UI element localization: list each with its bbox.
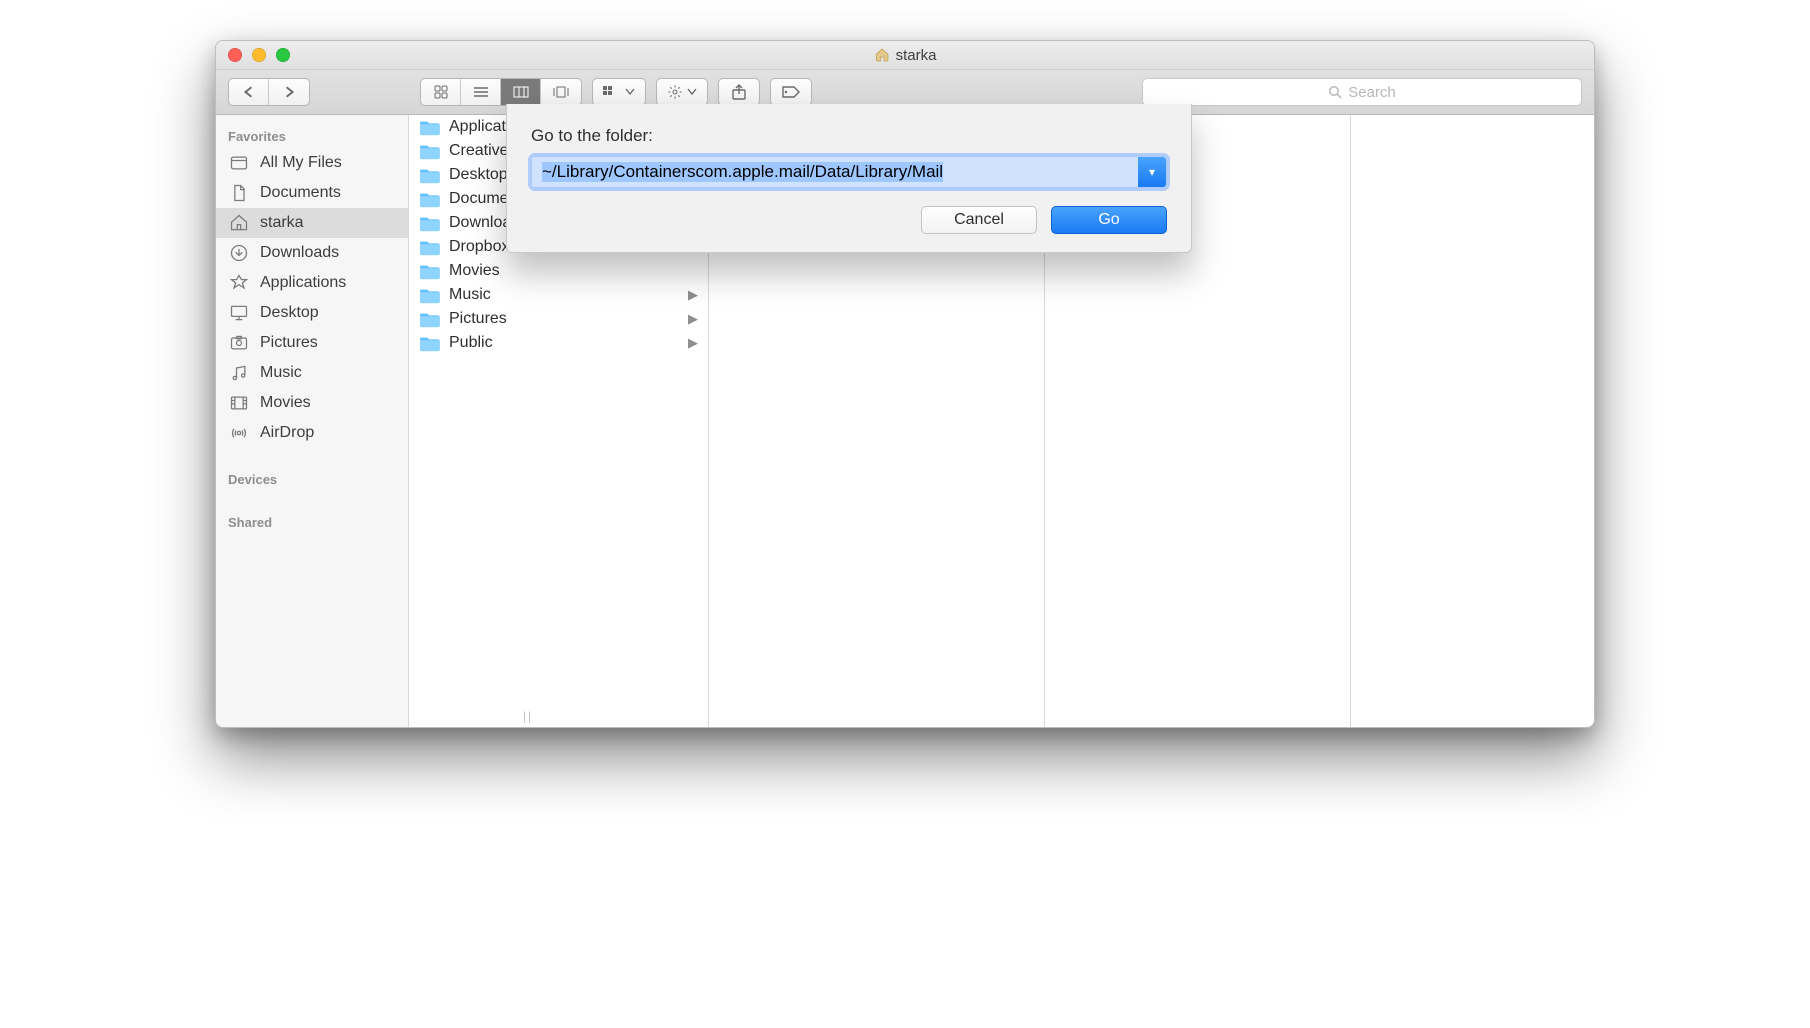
column-4 <box>1351 115 1594 727</box>
folder-icon <box>419 262 441 280</box>
go-button[interactable]: Go <box>1051 206 1167 234</box>
search-field[interactable]: Search <box>1142 78 1582 106</box>
column-view-button[interactable] <box>501 79 541 105</box>
sidebar-header-shared: Shared <box>216 509 408 534</box>
sidebar-item-label: AirDrop <box>260 424 314 442</box>
folder-icon <box>419 286 441 304</box>
sidebar-item-label: starka <box>260 214 304 232</box>
folder-row[interactable]: Music ▶ <box>409 283 708 307</box>
chevron-right-icon: ▶ <box>688 335 698 351</box>
sidebar-item-documents[interactable]: Documents <box>216 178 408 208</box>
finder-window: starka <box>215 40 1595 728</box>
path-combobox: ▾ <box>531 156 1167 188</box>
sidebar-item-label: Music <box>260 364 302 382</box>
sidebar-header-favorites: Favorites <box>216 123 408 148</box>
folder-label: Desktop <box>449 166 508 184</box>
folder-row[interactable]: Movies <box>409 259 708 283</box>
cancel-button-label: Cancel <box>954 211 1004 229</box>
movies-icon <box>228 393 250 413</box>
sidebar-item-label: Documents <box>260 184 341 202</box>
sidebar-item-applications[interactable]: Applications <box>216 268 408 298</box>
pictures-icon <box>228 333 250 353</box>
desktop-icon <box>228 303 250 323</box>
chevron-down-icon: ▾ <box>1149 165 1155 179</box>
sidebar: Favorites All My Files Documents starka … <box>216 115 409 727</box>
window-title-text: starka <box>896 47 937 64</box>
folder-icon <box>419 142 441 160</box>
chevron-right-icon: ▶ <box>688 287 698 303</box>
minimize-window-button[interactable] <box>252 48 266 62</box>
sidebar-item-airdrop[interactable]: AirDrop <box>216 418 408 448</box>
go-to-folder-dialog: Go to the folder: ▾ Cancel Go <box>506 104 1192 253</box>
path-input[interactable] <box>532 157 1138 187</box>
gear-icon <box>667 84 683 100</box>
nav-buttons <box>228 78 310 106</box>
sidebar-item-label: Downloads <box>260 244 339 262</box>
tags-button[interactable] <box>770 78 812 106</box>
window-controls <box>228 48 290 62</box>
arrange-button[interactable] <box>592 78 646 106</box>
view-switcher <box>420 78 582 106</box>
folder-icon <box>419 310 441 328</box>
tag-icon <box>781 85 801 99</box>
allfiles-icon <box>228 153 250 173</box>
sidebar-header-devices: Devices <box>216 466 408 491</box>
close-window-button[interactable] <box>228 48 242 62</box>
share-icon <box>732 84 746 100</box>
documents-icon <box>228 183 250 203</box>
sidebar-item-label: Applications <box>260 274 346 292</box>
folder-icon <box>419 238 441 256</box>
sidebar-item-all-my-files[interactable]: All My Files <box>216 148 408 178</box>
dialog-label: Go to the folder: <box>531 126 1167 146</box>
music-icon <box>228 363 250 383</box>
folder-label: Pictures <box>449 310 507 328</box>
sidebar-item-downloads[interactable]: Downloads <box>216 238 408 268</box>
folder-icon <box>419 214 441 232</box>
sidebar-item-label: All My Files <box>260 154 342 172</box>
sidebar-item-label: Desktop <box>260 304 319 322</box>
sidebar-item-home[interactable]: starka <box>216 208 408 238</box>
share-button[interactable] <box>718 78 760 106</box>
home-icon <box>874 47 890 63</box>
chevron-right-icon: ▶ <box>688 311 698 327</box>
folder-icon <box>419 190 441 208</box>
list-view-button[interactable] <box>461 79 501 105</box>
go-button-label: Go <box>1098 211 1119 229</box>
airdrop-icon <box>228 423 250 443</box>
sidebar-item-label: Movies <box>260 394 311 412</box>
sidebar-item-pictures[interactable]: Pictures <box>216 328 408 358</box>
sidebar-item-music[interactable]: Music <box>216 358 408 388</box>
column-resize-handle[interactable]: || <box>516 709 540 723</box>
coverflow-view-button[interactable] <box>541 79 581 105</box>
folder-label: Music <box>449 286 491 304</box>
path-dropdown-button[interactable]: ▾ <box>1138 157 1166 187</box>
folder-icon <box>419 118 441 136</box>
forward-button[interactable] <box>269 79 309 105</box>
folder-icon <box>419 334 441 352</box>
cancel-button[interactable]: Cancel <box>921 206 1037 234</box>
downloads-icon <box>228 243 250 263</box>
titlebar: starka <box>216 41 1594 70</box>
sidebar-item-movies[interactable]: Movies <box>216 388 408 418</box>
folder-label: Movies <box>449 262 500 280</box>
zoom-window-button[interactable] <box>276 48 290 62</box>
folder-icon <box>419 166 441 184</box>
search-icon <box>1328 85 1342 99</box>
sidebar-item-desktop[interactable]: Desktop <box>216 298 408 328</box>
window-title: starka <box>216 47 1594 64</box>
back-button[interactable] <box>229 79 269 105</box>
folder-row[interactable]: Pictures ▶ <box>409 307 708 331</box>
sidebar-item-label: Pictures <box>260 334 318 352</box>
search-placeholder: Search <box>1348 84 1396 101</box>
folder-row[interactable]: Public ▶ <box>409 331 708 355</box>
applications-icon <box>228 273 250 293</box>
home-icon <box>228 213 250 233</box>
folder-label: Public <box>449 334 493 352</box>
icon-view-button[interactable] <box>421 79 461 105</box>
dialog-button-row: Cancel Go <box>531 206 1167 234</box>
action-button[interactable] <box>656 78 708 106</box>
folder-label: Dropbox <box>449 238 509 256</box>
